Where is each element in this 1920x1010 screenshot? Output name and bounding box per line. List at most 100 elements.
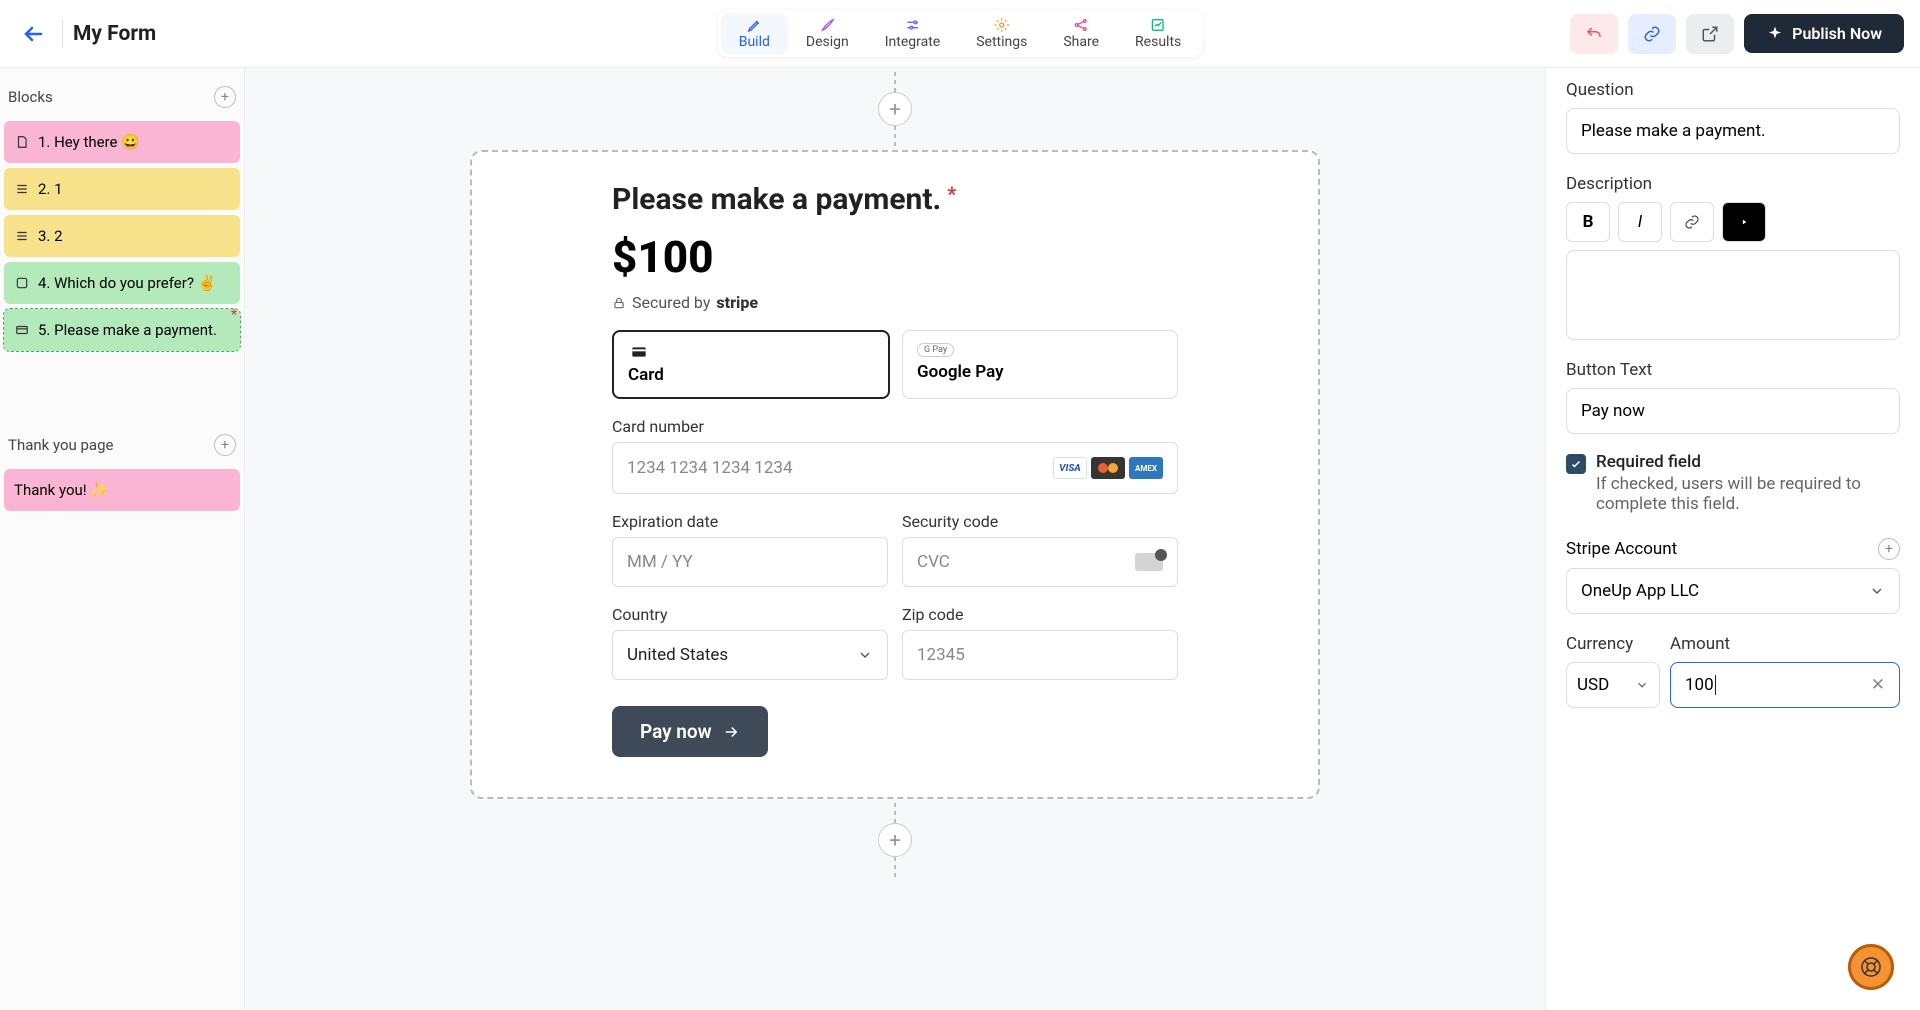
required-field-row: Required field If checked, users will be… — [1566, 452, 1900, 514]
stripe-label: Stripe Account — [1566, 539, 1677, 559]
pay-now-button[interactable]: Pay now — [612, 706, 768, 757]
check-icon — [1570, 458, 1582, 470]
required-title: Required field — [1596, 452, 1900, 472]
tab-share[interactable]: Share — [1045, 13, 1117, 54]
cvc-icon — [1135, 553, 1163, 571]
link-button[interactable] — [1670, 202, 1714, 242]
tab-label: Design — [806, 34, 849, 50]
currency-label: Currency — [1566, 634, 1660, 654]
description-label: Description — [1566, 174, 1900, 194]
arrow-right-icon — [722, 723, 740, 741]
description-textarea[interactable] — [1566, 250, 1900, 340]
card-icon — [14, 322, 30, 338]
sparkle-icon — [1766, 25, 1784, 43]
clear-amount-button[interactable]: ✕ — [1871, 675, 1885, 695]
youtube-icon — [1735, 215, 1753, 229]
block-item-5[interactable]: * 5. Please make a payment. — [4, 309, 240, 351]
share-icon — [1073, 17, 1089, 33]
list-icon — [14, 181, 30, 197]
bold-button[interactable]: B — [1566, 202, 1610, 242]
question-label: Question — [1566, 80, 1900, 100]
help-fab[interactable] — [1848, 944, 1894, 990]
lifesaver-icon — [1859, 955, 1883, 979]
tab-label: Integrate — [885, 34, 941, 50]
stripe-row: Stripe Account + — [1566, 538, 1900, 560]
open-external-button[interactable] — [1686, 14, 1734, 54]
tab-build[interactable]: Build — [721, 13, 788, 54]
undo-button[interactable] — [1570, 14, 1618, 54]
stripe-select[interactable]: OneUp App LLC — [1566, 568, 1900, 614]
form-title[interactable]: My Form — [73, 22, 156, 46]
chevron-down-icon — [1869, 583, 1885, 599]
link-icon — [1643, 25, 1661, 43]
copy-link-button[interactable] — [1628, 14, 1676, 54]
publish-button[interactable]: Publish Now — [1744, 14, 1904, 53]
thankyou-item[interactable]: Thank you! ✨ — [4, 469, 240, 511]
add-stripe-button[interactable]: + — [1878, 538, 1900, 560]
card-title-text: Please make a payment. — [612, 182, 941, 217]
italic-button[interactable]: I — [1618, 202, 1662, 242]
file-icon — [14, 134, 30, 150]
placeholder: 1234 1234 1234 1234 — [627, 458, 793, 478]
pay-method-gpay[interactable]: G Pay Google Pay — [902, 330, 1178, 399]
connector — [894, 126, 896, 146]
stripe-logo: stripe — [716, 293, 758, 312]
zip-input[interactable]: 12345 — [902, 630, 1178, 680]
currency-select[interactable]: USD — [1566, 662, 1660, 708]
header-bar: My Form Build Design Integrate Settings … — [0, 0, 1920, 68]
publish-label: Publish Now — [1792, 24, 1882, 43]
back-button[interactable] — [16, 16, 52, 52]
gpay-badge-icon: G Pay — [917, 343, 954, 357]
connector — [894, 857, 896, 877]
canvas: + Please make a payment. * $100 Secured … — [245, 68, 1545, 1010]
divider — [62, 20, 63, 48]
payment-card[interactable]: Please make a payment. * $100 Secured by… — [470, 150, 1320, 799]
required-desc: If checked, users will be required to co… — [1596, 474, 1900, 514]
question-input[interactable] — [1566, 108, 1900, 154]
block-item-4[interactable]: 4. Which do you prefer? ✌️ — [4, 262, 240, 304]
currency-value: USD — [1577, 675, 1609, 695]
block-label: 4. Which do you prefer? ✌️ — [38, 274, 216, 292]
chevron-down-icon — [857, 647, 873, 663]
blocks-header: Blocks + — [4, 78, 240, 116]
undo-icon — [1585, 25, 1603, 43]
block-item-3[interactable]: 3. 2 — [4, 215, 240, 257]
card-number-input[interactable]: 1234 1234 1234 1234 VISA AMEX — [612, 442, 1178, 494]
tab-results[interactable]: Results — [1117, 13, 1199, 54]
add-thankyou-button[interactable]: + — [214, 434, 236, 456]
tab-label: Share — [1063, 34, 1099, 50]
chevron-down-icon — [1635, 678, 1649, 692]
amount-display: $100 — [612, 231, 1178, 283]
block-item-2[interactable]: 2. 1 — [4, 168, 240, 210]
button-text-input[interactable] — [1566, 388, 1900, 434]
pen-icon — [746, 17, 762, 33]
add-below-button[interactable]: + — [878, 823, 912, 857]
tab-design[interactable]: Design — [788, 13, 867, 54]
thankyou-item-label: Thank you! ✨ — [14, 481, 109, 499]
button-text-label: Button Text — [1566, 360, 1900, 380]
tabs: Build Design Integrate Settings Share Re… — [718, 10, 1203, 57]
cvc-label: Security code — [902, 512, 1178, 531]
placeholder: CVC — [917, 552, 950, 572]
country-select[interactable]: United States — [612, 630, 888, 680]
pay-method-card[interactable]: Card — [612, 330, 890, 399]
add-block-button[interactable]: + — [214, 86, 236, 108]
tab-label: Settings — [976, 34, 1027, 50]
block-item-1[interactable]: 1. Hey there 😀 — [4, 121, 240, 163]
amount-input[interactable]: 100 ✕ — [1670, 662, 1900, 708]
add-above-button[interactable]: + — [878, 92, 912, 126]
tab-integrate[interactable]: Integrate — [867, 13, 959, 54]
tab-settings[interactable]: Settings — [958, 13, 1045, 54]
youtube-button[interactable] — [1722, 202, 1766, 242]
cvc-input[interactable]: CVC — [902, 537, 1178, 587]
block-label: 5. Please make a payment. — [38, 321, 217, 339]
connector — [894, 803, 896, 823]
card-number-label: Card number — [612, 417, 1178, 436]
stripe-value: OneUp App LLC — [1581, 581, 1699, 601]
exp-input[interactable]: MM / YY — [612, 537, 888, 587]
required-checkbox[interactable] — [1566, 454, 1586, 474]
blocks-label: Blocks — [8, 88, 53, 106]
settings-panel: Question Description B I Button Text Req… — [1545, 68, 1920, 1010]
payment-methods: Card G Pay Google Pay — [612, 330, 1178, 399]
thankyou-label: Thank you page — [8, 436, 113, 454]
